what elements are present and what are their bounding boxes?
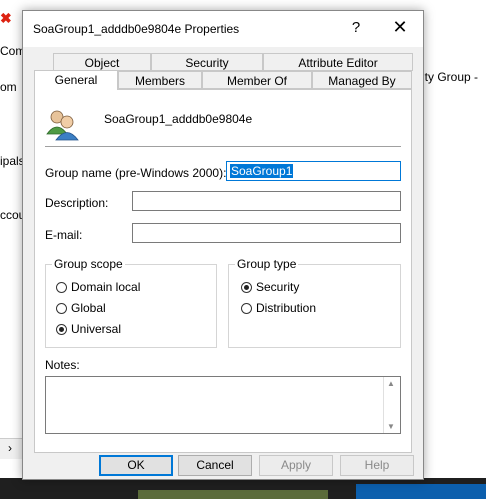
bg-text-fragment: om <box>0 80 17 94</box>
radio-label: Security <box>256 280 300 294</box>
radio-button-icon <box>56 281 67 293</box>
notes-textarea[interactable]: ▲ ▼ <box>45 376 401 434</box>
radio-label: Distribution <box>256 301 317 315</box>
general-tab-panel: SoaGroup1_adddb0e9804e Group name (pre-W… <box>34 89 412 453</box>
group-type-box: Group type Security Distribution <box>228 257 401 348</box>
group-name-value: SoaGroup1 <box>230 164 294 178</box>
radio-button-icon <box>241 302 252 314</box>
help-button[interactable]: Help <box>340 455 414 476</box>
group-name-label: Group name (pre-Windows 2000): <box>45 166 227 180</box>
email-label: E-mail: <box>45 228 83 242</box>
radio-domain-local[interactable]: Domain local <box>56 280 140 294</box>
radio-button-selected-icon <box>56 323 67 335</box>
description-label: Description: <box>45 196 109 210</box>
dialog-title: SoaGroup1_adddb0e9804e Properties <box>33 22 240 36</box>
radio-label: Domain local <box>71 280 141 294</box>
email-input[interactable] <box>132 223 401 243</box>
notes-scrollbar[interactable]: ▲ ▼ <box>383 377 400 433</box>
taskbar-item[interactable] <box>356 484 486 499</box>
ok-button[interactable]: OK <box>99 455 173 476</box>
taskbar-item[interactable] <box>138 490 328 499</box>
bg-text-fragment: ipals <box>0 154 25 168</box>
tab-managed-by[interactable]: Managed By <box>312 71 412 89</box>
bg-text-fragment: ity Group - <box>422 70 479 84</box>
tab-attribute-editor[interactable]: Attribute Editor <box>263 53 413 71</box>
group-name-input[interactable]: SoaGroup1 <box>226 161 401 181</box>
cancel-button[interactable]: Cancel <box>178 455 252 476</box>
group-scope-box: Group scope Domain local Global Universa… <box>45 257 217 348</box>
radio-label: Universal <box>71 322 122 336</box>
radio-button-selected-icon <box>241 281 252 293</box>
notes-label: Notes: <box>45 358 80 372</box>
radio-universal[interactable]: Universal <box>56 322 121 336</box>
scroll-up-icon[interactable]: ▲ <box>387 379 395 388</box>
help-icon[interactable]: ? <box>347 19 365 36</box>
tab-security[interactable]: Security <box>151 53 263 71</box>
tab-member-of[interactable]: Member Of <box>202 71 312 89</box>
radio-button-icon <box>56 302 67 314</box>
divider <box>45 146 401 147</box>
radio-global[interactable]: Global <box>56 301 106 315</box>
radio-security[interactable]: Security <box>241 280 299 294</box>
description-input[interactable] <box>132 191 401 211</box>
properties-dialog: SoaGroup1_adddb0e9804e Properties ? ✕ Ob… <box>22 10 424 480</box>
radio-label: Global <box>71 301 106 315</box>
bg-scrollbar[interactable]: › <box>0 438 24 459</box>
group-scope-title: Group scope <box>52 257 125 271</box>
tab-general[interactable]: General <box>34 70 118 90</box>
apply-button[interactable]: Apply <box>259 455 333 476</box>
group-display-name: SoaGroup1_adddb0e9804e <box>104 112 253 126</box>
tab-object[interactable]: Object <box>53 53 151 71</box>
group-users-icon <box>46 110 79 141</box>
radio-distribution[interactable]: Distribution <box>241 301 316 315</box>
scroll-arrow-icon: › <box>8 441 12 455</box>
scroll-down-icon[interactable]: ▼ <box>387 422 395 431</box>
group-type-title: Group type <box>235 257 299 271</box>
close-icon[interactable]: ✕ <box>391 17 409 38</box>
delete-icon: ✖ <box>0 10 12 26</box>
background-window-left: ✖ Com om ipals ccour <box>0 0 29 499</box>
title-bar[interactable]: SoaGroup1_adddb0e9804e Properties ? ✕ <box>23 11 423 47</box>
taskbar <box>0 478 486 499</box>
tab-members[interactable]: Members <box>118 71 202 89</box>
